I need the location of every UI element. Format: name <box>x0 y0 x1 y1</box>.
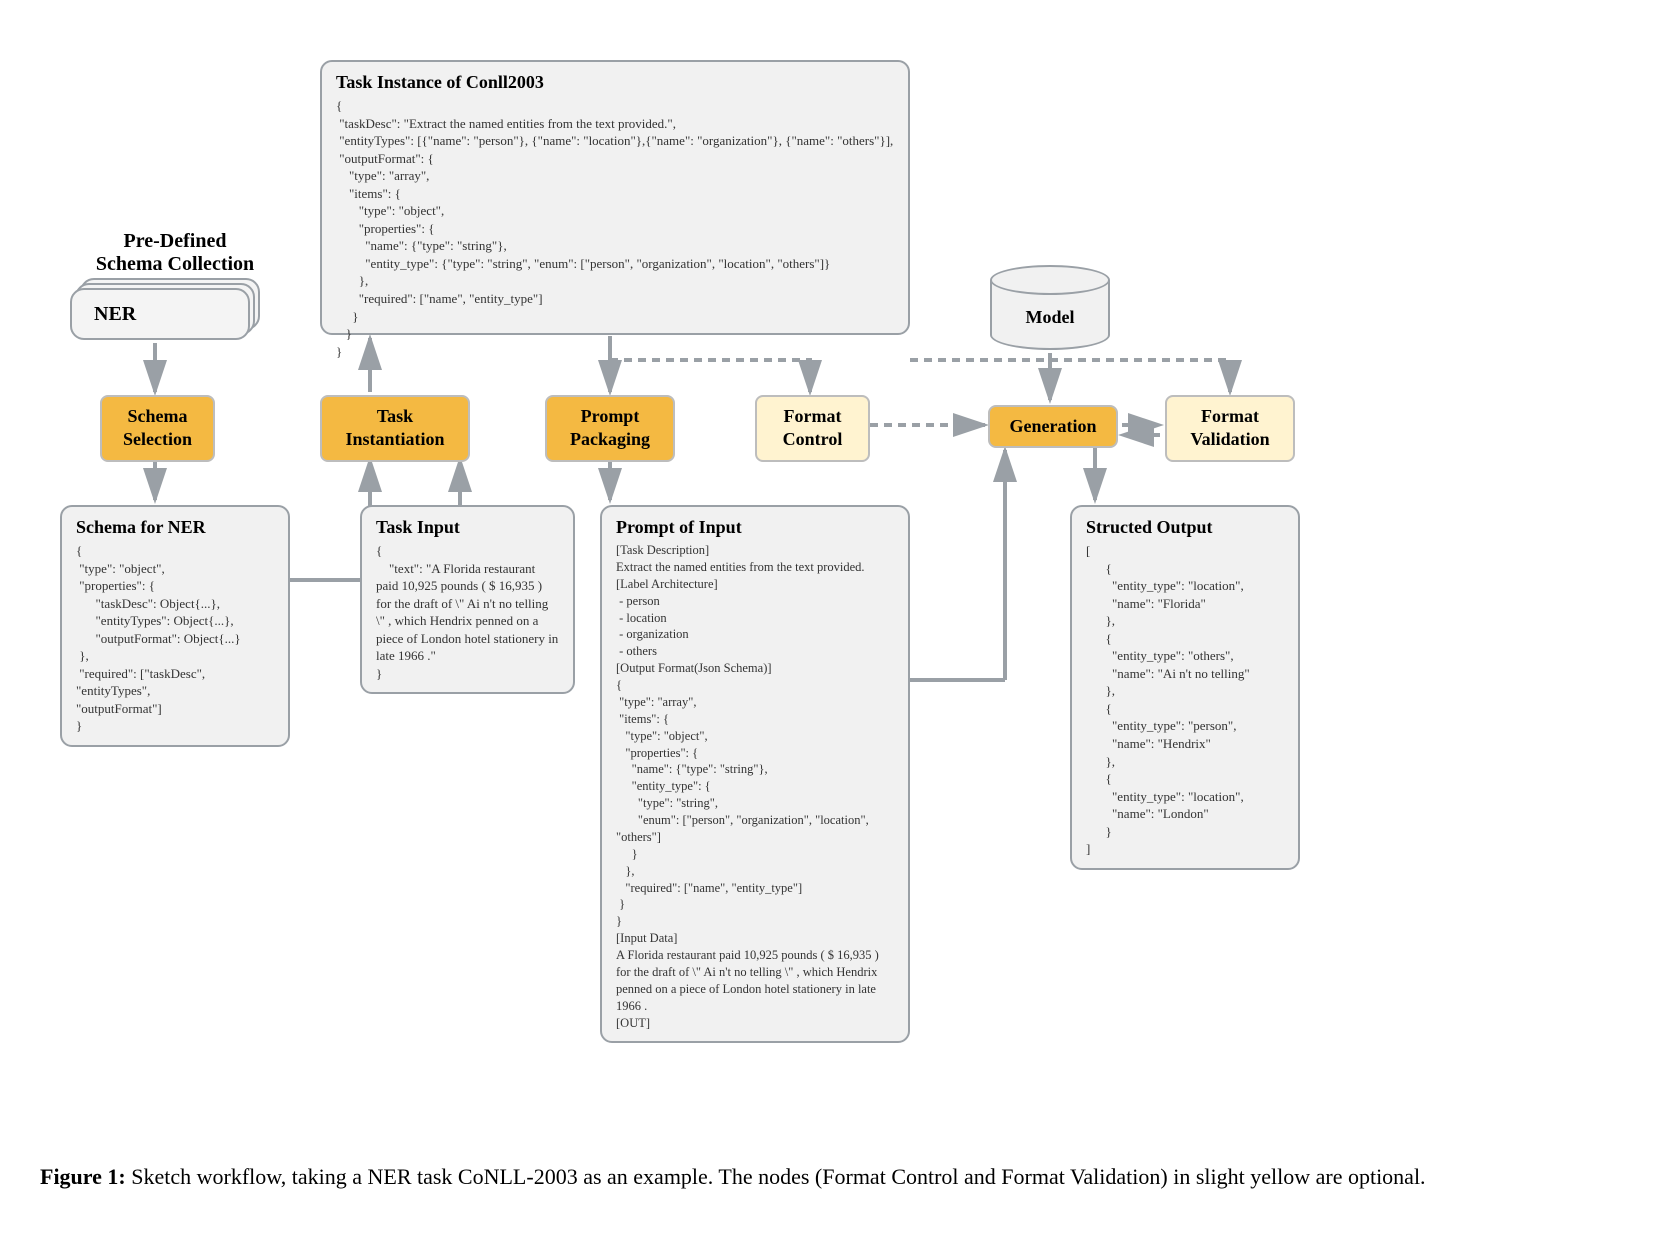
schema-ner-box: Schema for NER { "type": "object", "prop… <box>60 505 290 747</box>
step-schema-selection: Schema Selection <box>100 395 215 462</box>
structured-output-title: Structed Output <box>1086 517 1284 538</box>
task-instance-body: { "taskDesc": "Extract the named entitie… <box>336 97 894 360</box>
task-input-box: Task Input { "text": "A Florida restaura… <box>360 505 575 694</box>
predefined-schema-label: Pre-Defined Schema Collection <box>70 230 280 276</box>
prompt-input-title: Prompt of Input <box>616 517 894 538</box>
step-format-control: Format Control <box>755 395 870 462</box>
model-cylinder: Model <box>990 265 1110 353</box>
step-format-validation: Format Validation <box>1165 395 1295 462</box>
task-instance-box: Task Instance of Conll2003 { "taskDesc":… <box>320 60 910 335</box>
ner-pill: NER <box>70 288 250 340</box>
schema-ner-title: Schema for NER <box>76 517 274 538</box>
caption-label: Figure 1: <box>40 1164 126 1189</box>
schema-ner-body: { "type": "object", "properties": { "tas… <box>76 542 274 735</box>
structured-output-body: [ { "entity_type": "location", "name": "… <box>1086 542 1284 858</box>
figure-caption: Figure 1: Sketch workflow, taking a NER … <box>40 1160 1440 1193</box>
structured-output-box: Structed Output [ { "entity_type": "loca… <box>1070 505 1300 870</box>
caption-text: Sketch workflow, taking a NER task CoNLL… <box>126 1164 1426 1189</box>
model-label: Model <box>990 307 1110 328</box>
task-input-title: Task Input <box>376 517 559 538</box>
prompt-input-body: [Task Description] Extract the named ent… <box>616 542 894 1031</box>
prompt-input-box: Prompt of Input [Task Description] Extra… <box>600 505 910 1043</box>
task-input-body: { "text": "A Florida restaurant paid 10,… <box>376 542 559 682</box>
task-instance-title: Task Instance of Conll2003 <box>336 72 894 93</box>
step-prompt-packaging: Prompt Packaging <box>545 395 675 462</box>
step-task-instantiation: Task Instantiation <box>320 395 470 462</box>
step-generation: Generation <box>988 405 1118 448</box>
